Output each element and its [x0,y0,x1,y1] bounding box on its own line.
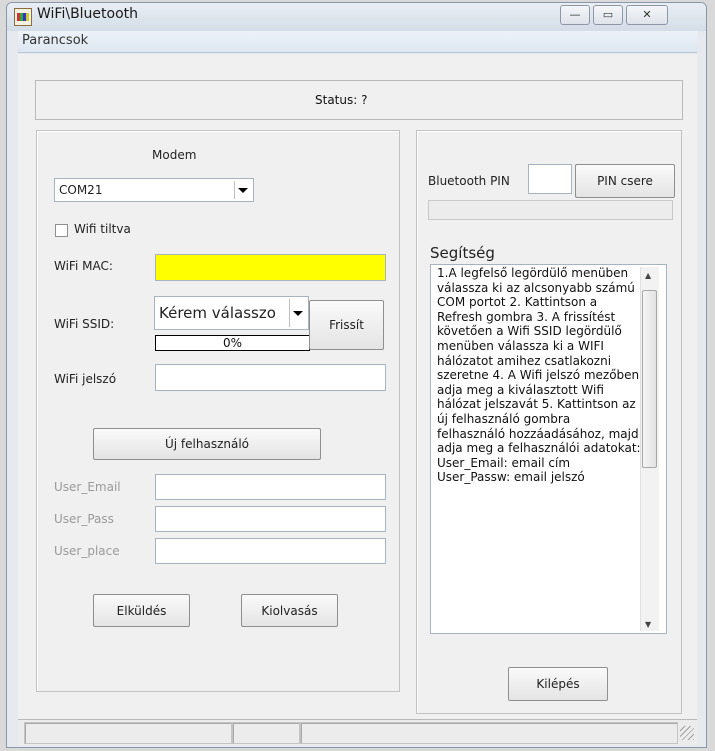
maximize-button[interactable]: ▭ [593,5,623,25]
window-title: WiFi\Bluetooth [37,6,139,22]
help-scroll-thumb[interactable] [642,290,657,468]
app-icon [14,8,32,26]
help-text: 1.A legfelső legördülő menüben válassza … [437,266,641,485]
progress-bar: 0% [155,335,310,351]
close-button[interactable]: ✕ [626,5,668,25]
bluetooth-pin-label: Bluetooth PIN [428,174,510,188]
user-email-label: User_Email [54,480,121,494]
new-user-button[interactable]: Új felhasználó [93,428,321,460]
com-port-value: COM21 [59,183,103,197]
modem-group [36,130,400,692]
send-button[interactable]: Elküldés [93,594,190,627]
wifi-ssid-select[interactable]: Kérem válasszo [154,296,309,330]
wifi-disabled-checkbox[interactable] [55,224,68,237]
wifi-mac-label: WiFi MAC: [54,259,113,273]
user-pass-field[interactable] [155,506,386,532]
scroll-down-icon[interactable]: ▼ [645,620,651,629]
wifi-disabled-label: Wifi tiltva [74,222,131,236]
user-place-label: User_place [54,544,120,558]
wifi-mac-field[interactable] [155,254,386,281]
read-button[interactable]: Kiolvasás [241,594,338,627]
bluetooth-pin-field[interactable] [528,164,572,194]
menu-item-parancsok[interactable]: Parancsok [22,33,88,48]
status-text: Status: ? [315,93,368,107]
chevron-down-icon [289,299,306,327]
scroll-up-icon[interactable]: ▲ [645,271,651,280]
refresh-button[interactable]: Frissít [309,300,384,350]
maximize-icon: ▭ [602,8,614,21]
statusbar-panel-2 [232,722,300,744]
statusbar-panel-1 [24,722,232,744]
com-port-select[interactable]: COM21 [54,178,254,202]
user-pass-label: User_Pass [54,512,114,526]
chevron-down-icon [234,181,251,199]
resize-grip-icon[interactable] [680,726,694,740]
help-title: Segítség [430,244,495,262]
progress-text: 0% [222,336,243,350]
statusbar-panel-3 [300,722,678,744]
menu-bar [18,31,697,53]
user-place-field[interactable] [155,538,386,564]
modem-title: Modem [152,148,197,162]
minimize-icon: — [569,8,581,21]
wifi-password-field[interactable] [155,364,386,391]
exit-button[interactable]: Kilépés [508,667,608,701]
pin-change-button[interactable]: PIN csere [575,164,675,198]
wifi-password-label: WiFi jelszó [54,372,117,386]
bluetooth-status-field [428,200,673,220]
close-icon: ✕ [642,8,652,21]
wifi-ssid-value: Kérem válasszo [159,304,276,322]
user-email-field[interactable] [155,474,386,500]
minimize-button[interactable]: — [560,5,590,25]
wifi-ssid-label: WiFi SSID: [54,317,115,331]
